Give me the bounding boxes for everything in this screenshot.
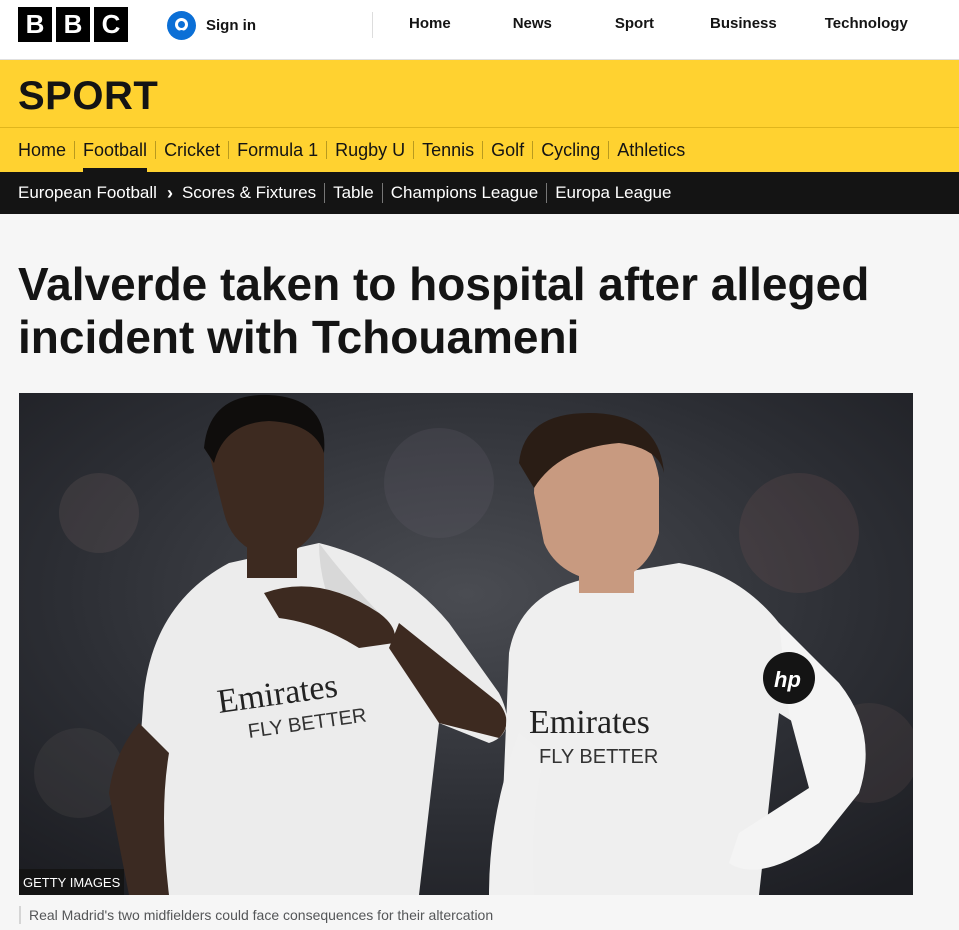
article-image: Emirates FLY BETTER hp Emirates FLY BETT… [19,393,913,895]
nav-home[interactable]: Home [409,0,451,48]
global-header: B B C Sign in Home News Sport Business T… [0,0,959,60]
nav-separator [532,141,534,159]
global-nav: Home News Sport Business Technology H [373,0,959,48]
nav-business[interactable]: Business [710,0,777,48]
bbc-logo-letter: B [56,7,90,42]
sport-title[interactable]: SPORT [18,74,158,119]
svg-text:FLY BETTER: FLY BETTER [539,746,658,768]
players-photo: Emirates FLY BETTER hp Emirates FLY BETT… [19,393,913,895]
sport-nav-cycling[interactable]: Cycling [541,128,600,172]
nav-separator [324,183,326,203]
subnav-europa-league[interactable]: Europa League [555,183,671,203]
sport-nav-cricket[interactable]: Cricket [164,128,220,172]
nav-separator [482,141,484,159]
article-headline: Valverde taken to hospital after alleged… [18,258,870,363]
nav-separator [74,141,76,159]
nav-separator [381,183,383,203]
football-subnav: European Football › Scores & Fixtures Ta… [0,172,959,214]
subnav-table[interactable]: Table [333,183,374,203]
bbc-logo-letter: B [18,7,52,42]
nav-separator [155,141,157,159]
sport-nav-home[interactable]: Home [18,128,66,172]
sign-in-button[interactable]: Sign in [167,11,256,40]
sign-in-label: Sign in [206,17,256,34]
sport-nav-golf[interactable]: Golf [491,128,524,172]
sport-nav: Home Football Cricket Formula 1 Rugby U … [18,128,685,172]
sport-nav-football[interactable]: Football [83,128,148,172]
svg-text:Emirates: Emirates [529,704,650,741]
image-caption: Real Madrid's two midfielders could face… [19,906,493,924]
nav-separator [413,141,415,159]
nav-sport[interactable]: Sport [615,0,654,48]
nav-separator [608,141,610,159]
sport-nav-tennis[interactable]: Tennis [422,128,474,172]
bbc-logo[interactable]: B B C [18,7,128,42]
image-credit: GETTY IMAGES [19,869,125,895]
bbc-logo-letter: C [94,7,128,42]
subnav-scores-fixtures[interactable]: Scores & Fixtures [182,183,316,203]
sport-nav-rugby-union[interactable]: Rugby U [335,128,405,172]
nav-technology[interactable]: Technology [825,0,908,48]
nav-separator [326,141,328,159]
chevron-right-icon: › [166,182,173,203]
nav-news[interactable]: News [513,0,552,48]
nav-separator [546,183,548,203]
sport-nav-formula-1[interactable]: Formula 1 [237,128,318,172]
sport-nav-athletics[interactable]: Athletics [617,128,685,172]
user-icon [167,11,196,40]
sport-header: SPORT Home Football Cricket Formula 1 Ru… [0,60,959,172]
svg-text:hp: hp [774,667,801,692]
subnav-european-football[interactable]: European Football [18,183,157,203]
nav-separator [228,141,230,159]
subnav-champions-league[interactable]: Champions League [391,183,538,203]
